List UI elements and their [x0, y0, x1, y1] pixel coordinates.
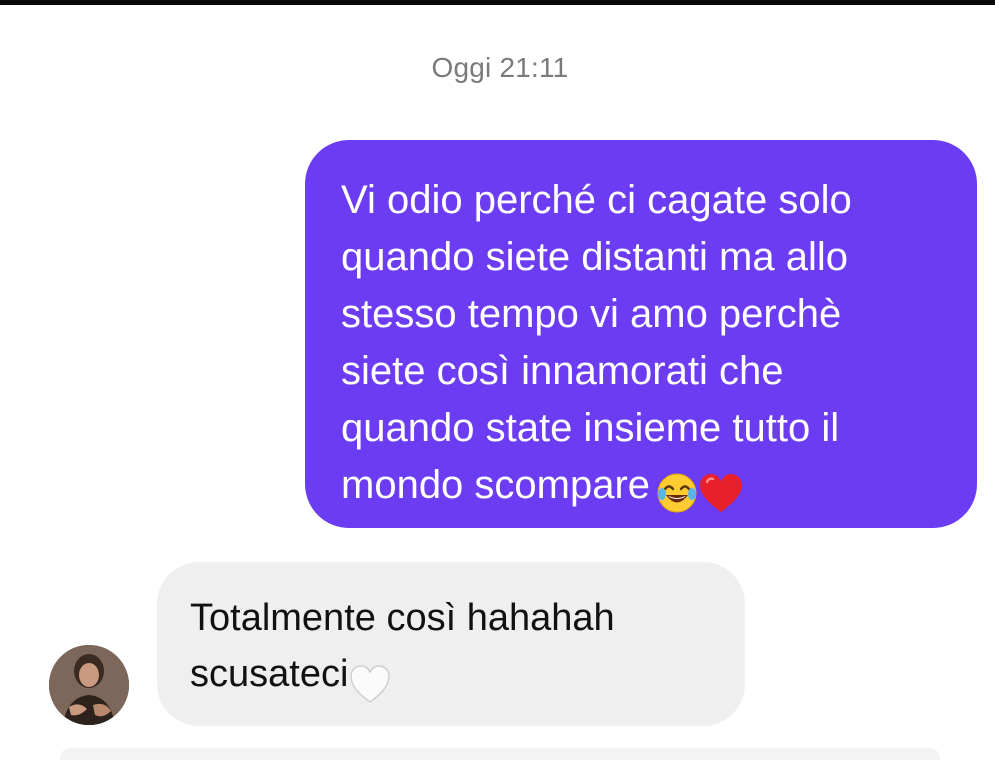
received-message-line: Totalmente così hahahah [190, 597, 615, 639]
status-bar-edge [0, 0, 995, 5]
message-input-area[interactable] [60, 748, 940, 760]
sent-message-last-line: mondo scompare [341, 457, 943, 520]
laughing-tears-emoji-icon [656, 463, 698, 520]
red-heart-emoji-icon [698, 463, 744, 520]
sent-message-line: quando state insieme tutto il [341, 406, 840, 450]
sent-message-bubble[interactable]: Vi odio perché ci cagate solo quando sie… [305, 140, 977, 528]
received-message-bubble[interactable]: Totalmente così hahahah scusateci [157, 562, 745, 726]
message-timestamp: Oggi 21:11 [431, 52, 569, 83]
avatar-image [49, 645, 129, 725]
received-message-line: scusateci [190, 653, 349, 695]
sent-message-line: stesso tempo vi amo perchè [341, 292, 842, 336]
sent-message-line: siete così innamorati che [341, 349, 784, 393]
sent-message-line: mondo scompare [341, 463, 651, 507]
sent-message-line: Vi odio perché ci cagate solo [341, 178, 852, 222]
received-message-last-line: scusateci [190, 646, 715, 710]
contact-avatar[interactable] [49, 645, 129, 725]
sent-message-line: quando siete distanti ma allo [341, 235, 848, 279]
white-heart-emoji-icon [348, 654, 392, 710]
